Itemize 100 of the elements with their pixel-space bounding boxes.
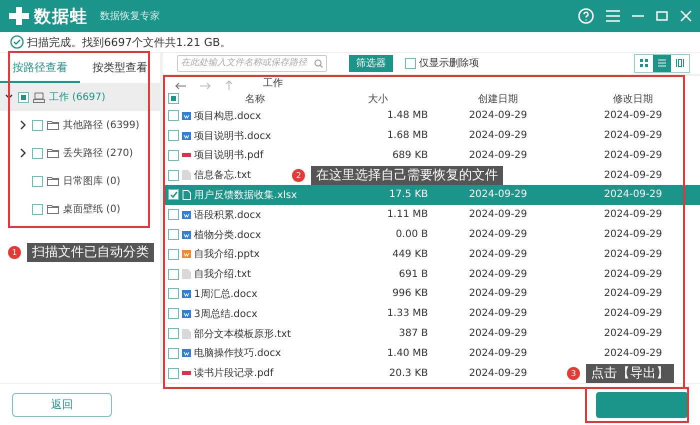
word-file-icon [182,348,191,358]
file-size: 1.48 MB [386,110,428,122]
checkbox[interactable] [168,209,179,220]
created-date: 2024-09-29 [468,348,528,359]
modified-date: 2024-09-29 [602,288,664,300]
filter-button[interactable]: 筛选器 [349,54,393,72]
minimize-icon[interactable] [632,15,644,17]
modified-date: 2024-09-29 [602,248,664,260]
checkbox[interactable] [32,148,43,158]
modified-date: 2024-09-29 [602,209,664,220]
checkbox[interactable] [168,308,179,320]
chevron-right-icon[interactable] [18,120,28,130]
file-name: 项目说明书.pdf [194,148,264,162]
checkbox[interactable] [168,368,179,379]
checkbox[interactable] [168,348,179,359]
maximize-icon[interactable] [656,11,668,21]
folder-icon [47,204,59,214]
word-file-icon [182,230,191,240]
forward-arrow-icon[interactable] [200,82,211,90]
checkbox[interactable] [168,93,179,104]
checkbox[interactable] [405,58,416,69]
tree-item[interactable]: 其他路径 (6399) [63,118,140,132]
file-name: 项目构思.docx [194,110,262,123]
checkbox[interactable] [32,120,43,130]
check-circle-icon [10,35,24,49]
column-header[interactable]: 名称 [182,92,328,106]
created-date: 2024-09-29 [468,229,528,240]
tree-item[interactable]: 桌面壁纸 (0) [63,202,120,216]
modified-date: 2024-09-29 [602,110,664,122]
folder-icon [47,148,59,158]
created-date: 2024-09-29 [468,308,528,320]
file-size: 1.40 MB [386,348,428,359]
word-file-icon [182,110,191,121]
menu-icon[interactable] [606,10,620,22]
tree-item[interactable]: 日常图库 (0) [63,174,120,188]
help-icon[interactable] [578,8,594,24]
file-size: 689 KB [391,150,428,161]
folder-icon [47,120,59,130]
step-number: 1 [8,246,21,259]
column-header[interactable]: 大小 [328,92,428,106]
logo-icon [8,6,30,26]
checkbox[interactable] [18,92,29,102]
export-button[interactable] [596,392,688,418]
column-header[interactable]: 创建日期 [428,92,568,106]
up-arrow-icon[interactable] [225,80,233,90]
modified-date: 2024-09-29 [602,268,664,280]
tree-item[interactable]: 丢失路径 (270) [63,146,134,160]
created-date: 2024-09-29 [468,248,528,260]
checkbox[interactable] [168,150,179,161]
file-name: 项目说明书.docx [194,130,272,143]
checkbox[interactable] [168,268,179,280]
back-button[interactable]: 返回 [12,392,112,416]
app-name: 数据蛙 [34,6,88,28]
checkbox[interactable] [168,189,179,200]
file-size: 449 KB [391,248,428,260]
step-number: 3 [567,367,580,380]
step-number: 2 [292,169,305,182]
created-date: 2024-09-29 [468,110,528,122]
text-file-icon [182,269,191,280]
checkbox[interactable] [168,110,179,122]
checkbox[interactable] [168,248,179,260]
callout-label: 点击【导出】 [586,364,674,383]
checkbox[interactable] [168,328,179,339]
back-arrow-icon[interactable] [175,82,186,90]
chevron-right-icon[interactable] [18,148,28,158]
close-icon[interactable] [680,10,692,22]
text-file-icon [182,328,191,338]
list-view-icon[interactable] [653,54,671,72]
file-size: 387 B [398,328,428,339]
modified-date: 2024-09-29 [602,170,664,181]
scan-status: 扫描完成。找到6697个文件共1.21 GB。 [27,34,232,50]
checkbox[interactable] [168,170,179,181]
file-name: 信息备忘.txt [194,168,251,182]
checkbox[interactable] [168,130,179,142]
created-date: 2024-09-29 [468,130,528,142]
file-name: 自我介绍.pptx [194,248,260,262]
created-date: 2024-09-29 [468,150,528,161]
modified-date: 2024-09-29 [602,328,664,339]
created-date: 2024-09-29 [468,328,528,339]
checkbox[interactable] [168,229,179,240]
checkbox-label: 仅显示删除项 [419,57,479,70]
created-date: 2024-09-29 [468,368,528,379]
checkbox[interactable] [168,288,179,300]
modified-date: 2024-09-29 [602,150,664,161]
file-name: 语段积累.docx [194,208,262,222]
file-name: 植物分类.docx [194,228,262,242]
text-file-icon [182,170,191,180]
file-size: 0.00 B [394,229,428,240]
file-size: 17.5 KB [388,189,428,200]
file-name: 部分文本模板原形.txt [194,328,291,340]
file-name: 读书片段记录.pdf [194,366,274,380]
search-icon[interactable] [314,58,323,68]
file-name: 用户反馈数据收集.xlsx [194,188,298,202]
callout-label: 扫描文件已自动分类 [27,243,154,262]
column-header[interactable]: 修改日期 [568,92,698,106]
word-file-icon [182,288,191,299]
tab[interactable]: 按类型查看 [80,53,160,83]
checkbox[interactable] [32,204,43,214]
modified-date: 2024-09-29 [602,130,664,142]
checkbox[interactable] [32,176,43,186]
